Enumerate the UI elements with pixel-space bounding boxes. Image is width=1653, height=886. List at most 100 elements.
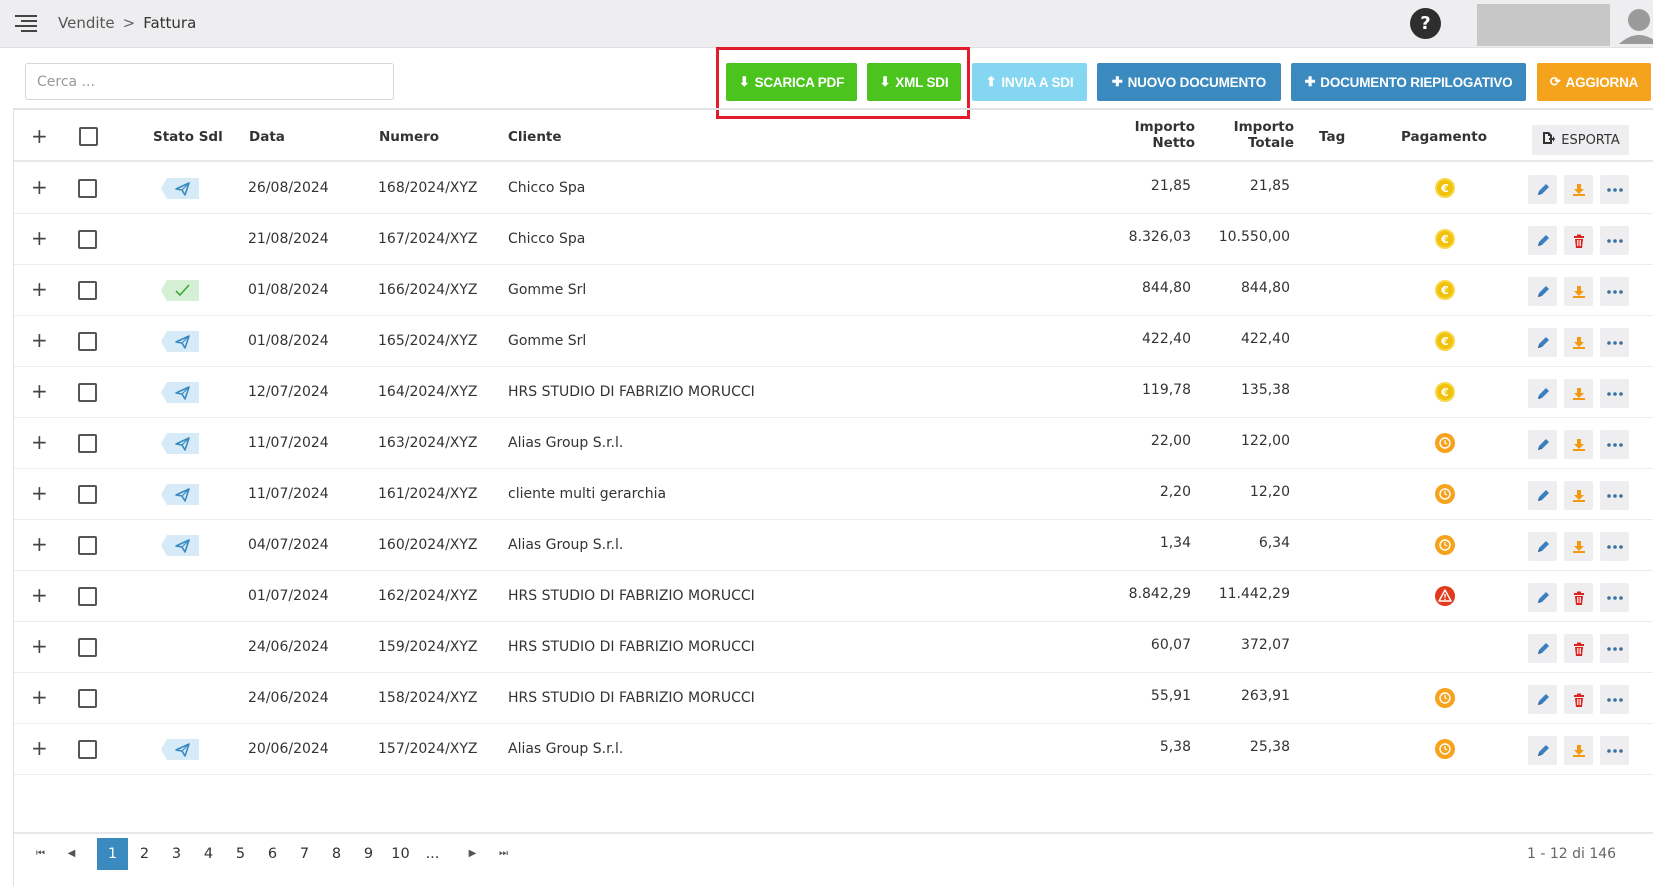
download-icon[interactable] — [1564, 328, 1593, 357]
expand-row-icon[interactable]: + — [31, 687, 48, 707]
row-checkbox[interactable] — [78, 740, 97, 759]
header-tag[interactable]: Tag — [1319, 129, 1345, 145]
table-row[interactable]: +01/08/2024 165/2024/XYZ Gomme Srl 422,40 42… — [14, 316, 1653, 367]
edit-icon[interactable] — [1528, 583, 1557, 612]
table-row[interactable]: +01/07/2024 162/2024/XYZ HRS STUDIO DI FAB… — [14, 571, 1653, 622]
page-button[interactable]: 5 — [225, 838, 256, 870]
avatar[interactable] — [1619, 4, 1653, 44]
edit-icon[interactable] — [1528, 532, 1557, 561]
scarica-pdf-button[interactable]: ⬇ SCARICA PDF — [726, 63, 857, 101]
xml-sdi-button[interactable]: ⬇ XML SDI — [867, 63, 961, 101]
edit-icon[interactable] — [1528, 328, 1557, 357]
row-checkbox[interactable] — [78, 587, 97, 606]
table-row[interactable]: +04/07/2024 160/2024/XYZ Alias Group S.r.l… — [14, 520, 1653, 571]
more-icon[interactable] — [1600, 685, 1629, 714]
more-icon[interactable] — [1600, 481, 1629, 510]
edit-icon[interactable] — [1528, 379, 1557, 408]
delete-icon[interactable] — [1564, 685, 1593, 714]
header-cliente[interactable]: Cliente — [508, 129, 562, 145]
select-all-checkbox[interactable] — [79, 127, 98, 146]
more-icon[interactable] — [1600, 634, 1629, 663]
documento-riepilogativo-button[interactable]: ✚ DOCUMENTO RIEPILOGATIVO — [1291, 63, 1526, 101]
help-icon[interactable]: ? — [1410, 8, 1441, 39]
download-icon[interactable] — [1564, 379, 1593, 408]
header-numero[interactable]: Numero — [379, 129, 439, 145]
row-checkbox[interactable] — [78, 536, 97, 555]
more-icon[interactable] — [1600, 532, 1629, 561]
aggiorna-button[interactable]: ⟳ AGGIORNA — [1537, 63, 1651, 101]
esporta-button[interactable]: ESPORTA — [1532, 125, 1629, 155]
edit-icon[interactable] — [1528, 481, 1557, 510]
table-row[interactable]: +24/06/2024 158/2024/XYZ HRS STUDIO DI FAB… — [14, 673, 1653, 724]
more-icon[interactable] — [1600, 175, 1629, 204]
breadcrumb-vendite[interactable]: Vendite — [58, 14, 115, 32]
edit-icon[interactable] — [1528, 430, 1557, 459]
invia-sdi-button[interactable]: ⬆ INVIA A SDI — [972, 63, 1087, 101]
table-row[interactable]: +20/06/2024 157/2024/XYZ Alias Group S.r.l… — [14, 724, 1653, 775]
first-page-icon[interactable]: ⏮ — [25, 838, 56, 870]
row-checkbox[interactable] — [78, 332, 97, 351]
header-importo-totale[interactable]: Importo Totale — [1194, 119, 1294, 151]
download-icon[interactable] — [1564, 430, 1593, 459]
expand-row-icon[interactable]: + — [31, 177, 48, 197]
expand-row-icon[interactable]: + — [31, 534, 48, 554]
delete-icon[interactable] — [1564, 226, 1593, 255]
page-button[interactable]: 2 — [129, 838, 160, 870]
page-button[interactable]: 10 — [385, 838, 416, 870]
expand-row-icon[interactable]: + — [31, 483, 48, 503]
expand-row-icon[interactable]: + — [31, 228, 48, 248]
row-checkbox[interactable] — [78, 179, 97, 198]
header-stato-sdi[interactable]: Stato Sdl — [153, 129, 223, 145]
row-checkbox[interactable] — [78, 230, 97, 249]
download-icon[interactable] — [1564, 175, 1593, 204]
last-page-icon[interactable]: ⏭ — [488, 838, 519, 870]
row-checkbox[interactable] — [78, 281, 97, 300]
expand-row-icon[interactable]: + — [31, 432, 48, 452]
page-button[interactable]: 6 — [257, 838, 288, 870]
more-icon[interactable] — [1600, 226, 1629, 255]
user-name-box[interactable] — [1477, 4, 1610, 46]
edit-icon[interactable] — [1528, 175, 1557, 204]
download-icon[interactable] — [1564, 736, 1593, 765]
more-icon[interactable] — [1600, 583, 1629, 612]
edit-icon[interactable] — [1528, 634, 1557, 663]
expand-row-icon[interactable]: + — [31, 330, 48, 350]
table-row[interactable]: +01/08/2024 166/2024/XYZ Gomme Srl 844,80 84… — [14, 265, 1653, 316]
row-checkbox[interactable] — [78, 383, 97, 402]
header-data[interactable]: Data — [249, 129, 285, 145]
row-checkbox[interactable] — [78, 485, 97, 504]
row-checkbox[interactable] — [78, 689, 97, 708]
table-row[interactable]: +26/08/2024 168/2024/XYZ Chicco Spa 21,85 21… — [14, 163, 1653, 214]
edit-icon[interactable] — [1528, 277, 1557, 306]
next-page-icon[interactable]: ▶ — [457, 838, 488, 870]
page-button[interactable]: 4 — [193, 838, 224, 870]
row-checkbox[interactable] — [78, 434, 97, 453]
page-ellipsis[interactable]: ... — [417, 838, 448, 870]
expand-all-icon[interactable]: + — [31, 126, 48, 146]
download-icon[interactable] — [1564, 481, 1593, 510]
page-button[interactable]: 1 — [97, 838, 128, 870]
expand-row-icon[interactable]: + — [31, 738, 48, 758]
download-icon[interactable] — [1564, 532, 1593, 561]
table-row[interactable]: +24/06/2024 159/2024/XYZ HRS STUDIO DI FAB… — [14, 622, 1653, 673]
table-row[interactable]: +11/07/2024 163/2024/XYZ Alias Group S.r.l… — [14, 418, 1653, 469]
prev-page-icon[interactable]: ◀ — [56, 838, 87, 870]
table-row[interactable]: +12/07/2024 164/2024/XYZ HRS STUDIO DI FAB… — [14, 367, 1653, 418]
expand-row-icon[interactable]: + — [31, 585, 48, 605]
delete-icon[interactable] — [1564, 583, 1593, 612]
expand-row-icon[interactable]: + — [31, 279, 48, 299]
edit-icon[interactable] — [1528, 685, 1557, 714]
page-button[interactable]: 3 — [161, 838, 192, 870]
more-icon[interactable] — [1600, 379, 1629, 408]
delete-icon[interactable] — [1564, 634, 1593, 663]
more-icon[interactable] — [1600, 277, 1629, 306]
expand-row-icon[interactable]: + — [31, 381, 48, 401]
page-button[interactable]: 7 — [289, 838, 320, 870]
page-button[interactable]: 9 — [353, 838, 384, 870]
header-pagamento[interactable]: Pagamento — [1401, 129, 1487, 145]
table-row[interactable]: +11/07/2024 161/2024/XYZ cliente multi ger… — [14, 469, 1653, 520]
menu-icon[interactable] — [15, 15, 37, 32]
search-input[interactable] — [25, 63, 394, 100]
more-icon[interactable] — [1600, 328, 1629, 357]
more-icon[interactable] — [1600, 736, 1629, 765]
